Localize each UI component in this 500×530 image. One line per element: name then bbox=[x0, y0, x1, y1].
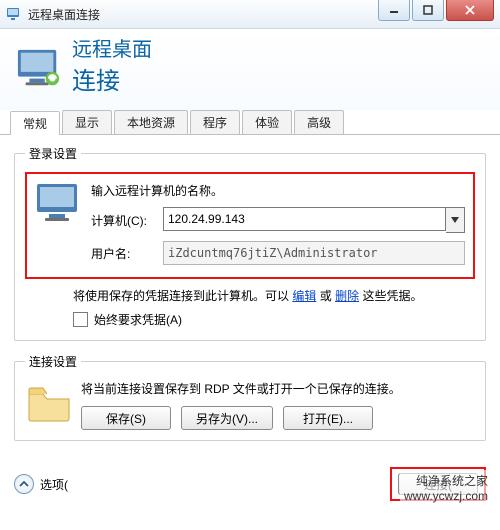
watermark: 纯净系统之家 www.ycwzj.com bbox=[400, 470, 492, 505]
maximize-button[interactable] bbox=[412, 0, 444, 21]
always-ask-label: 始终要求凭据(A) bbox=[94, 311, 182, 328]
login-legend: 登录设置 bbox=[25, 145, 81, 162]
hint-prefix: 将使用保存的凭据连接到此计算机。可以 bbox=[73, 289, 289, 303]
tab-local[interactable]: 本地资源 bbox=[114, 110, 188, 134]
delete-credentials-link[interactable]: 删除 bbox=[335, 289, 359, 303]
save-as-button[interactable]: 另存为(V)... bbox=[181, 406, 273, 430]
always-ask-checkbox[interactable] bbox=[73, 312, 88, 327]
banner-line2: 连接 bbox=[72, 61, 152, 96]
banner: 远程桌面 连接 bbox=[0, 29, 500, 110]
app-icon bbox=[6, 6, 22, 22]
chevron-up-icon bbox=[14, 474, 34, 494]
hint-or: 或 bbox=[320, 289, 332, 303]
folder-icon bbox=[25, 380, 73, 424]
tab-content: 登录设置 输入远程计算机的名称。 计算机(C): bbox=[0, 135, 500, 461]
edit-credentials-link[interactable]: 编辑 bbox=[292, 289, 316, 303]
tab-strip: 常规 显示 本地资源 程序 体验 高级 bbox=[0, 110, 500, 135]
login-group: 登录设置 输入远程计算机的名称。 计算机(C): bbox=[14, 145, 486, 341]
login-computer-icon bbox=[35, 180, 83, 224]
computer-dropdown-button[interactable] bbox=[446, 207, 465, 233]
tab-programs[interactable]: 程序 bbox=[190, 110, 240, 134]
open-button[interactable]: 打开(E)... bbox=[283, 406, 373, 430]
options-label: 选项( bbox=[40, 476, 68, 493]
connection-legend: 连接设置 bbox=[25, 353, 81, 370]
computer-label: 计算机(C): bbox=[91, 212, 163, 229]
always-ask-row[interactable]: 始终要求凭据(A) bbox=[73, 311, 475, 328]
save-button[interactable]: 保存(S) bbox=[81, 406, 171, 430]
computer-input[interactable] bbox=[163, 207, 446, 231]
titlebar: 远程桌面连接 bbox=[0, 0, 500, 29]
tab-display[interactable]: 显示 bbox=[62, 110, 112, 134]
rdc-window: 远程桌面连接 远程桌面 连接 常规 显示 本地资源 bbox=[0, 0, 500, 511]
connection-text: 将当前连接设置保存到 RDP 文件或打开一个已保存的连接。 bbox=[81, 380, 475, 398]
highlight-box: 输入远程计算机的名称。 计算机(C): 用户名: bbox=[25, 172, 475, 279]
tab-advanced[interactable]: 高级 bbox=[294, 110, 344, 134]
minimize-button[interactable] bbox=[378, 0, 410, 21]
window-title: 远程桌面连接 bbox=[28, 6, 100, 23]
tab-general[interactable]: 常规 bbox=[10, 111, 60, 135]
tab-experience[interactable]: 体验 bbox=[242, 110, 292, 134]
login-prompt: 输入远程计算机的名称。 bbox=[91, 182, 465, 199]
window-buttons bbox=[376, 0, 494, 21]
banner-line1: 远程桌面 bbox=[72, 39, 152, 61]
options-toggle[interactable]: 选项( bbox=[14, 474, 68, 494]
hint-suffix: 这些凭据。 bbox=[362, 289, 422, 303]
close-button[interactable] bbox=[446, 0, 494, 21]
computer-combo[interactable] bbox=[163, 207, 465, 233]
credentials-hint: 将使用保存的凭据连接到此计算机。可以 编辑 或 删除 这些凭据。 bbox=[25, 287, 475, 305]
username-label: 用户名: bbox=[91, 245, 163, 262]
banner-text: 远程桌面 连接 bbox=[72, 39, 152, 96]
username-input bbox=[163, 241, 465, 265]
banner-computer-icon bbox=[16, 46, 62, 90]
connection-group: 连接设置 将当前连接设置保存到 RDP 文件或打开一个已保存的连接。 保存(S)… bbox=[14, 353, 486, 441]
